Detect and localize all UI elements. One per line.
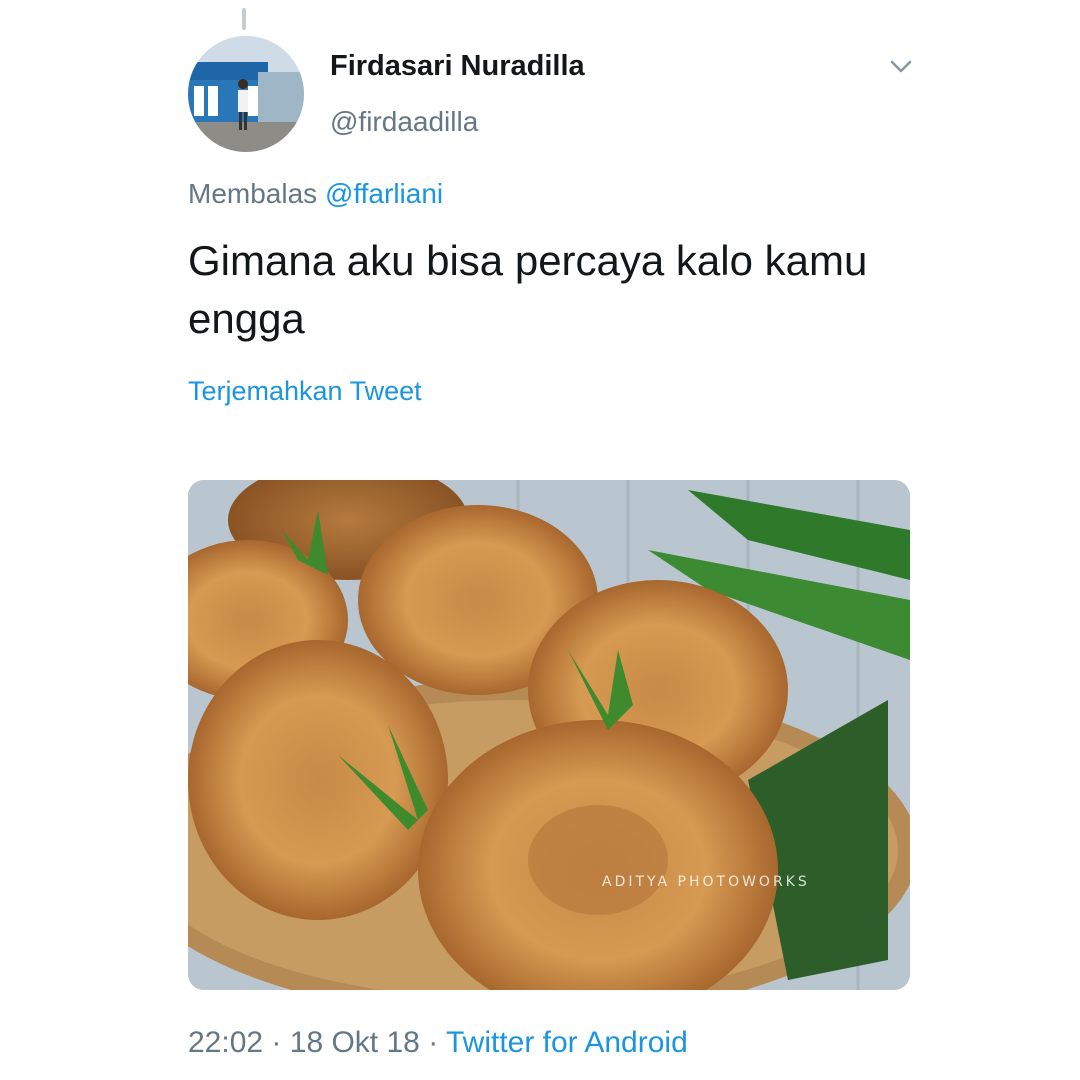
tweet-date[interactable]: 18 Okt 18 [290,1026,420,1059]
display-name[interactable]: Firdasari Nuradilla [330,50,585,83]
chevron-down-icon[interactable] [884,52,918,82]
profile-photo-icon [188,36,304,152]
tweet-time: 22:02 [188,1026,264,1059]
reply-mention-link[interactable]: @ffarliani [325,178,443,209]
reply-prefix: Membalas [188,178,318,209]
tweet-source-link[interactable]: Twitter for Android [446,1026,688,1059]
tweet-metadata: 22:02 · 18 Okt 18 · Twitter for Android [188,1026,688,1060]
avatar[interactable] [188,36,304,152]
meta-separator: · [428,1026,439,1059]
tweet-media-image[interactable]: ADITYA PHOTOWORKS [188,480,910,990]
fried-cakes-photo: ADITYA PHOTOWORKS [188,480,910,990]
translate-tweet-link[interactable]: Terjemahkan Tweet [188,376,422,407]
user-handle[interactable]: @firdaadilla [330,106,478,138]
meta-separator: · [271,1026,282,1059]
tweet-text: Gimana aku bisa percaya kalo kamu engga [188,237,868,342]
thread-connector-line [242,8,246,30]
reply-context: Membalas @ffarliani [188,178,443,210]
photo-watermark: ADITYA PHOTOWORKS [602,874,810,890]
